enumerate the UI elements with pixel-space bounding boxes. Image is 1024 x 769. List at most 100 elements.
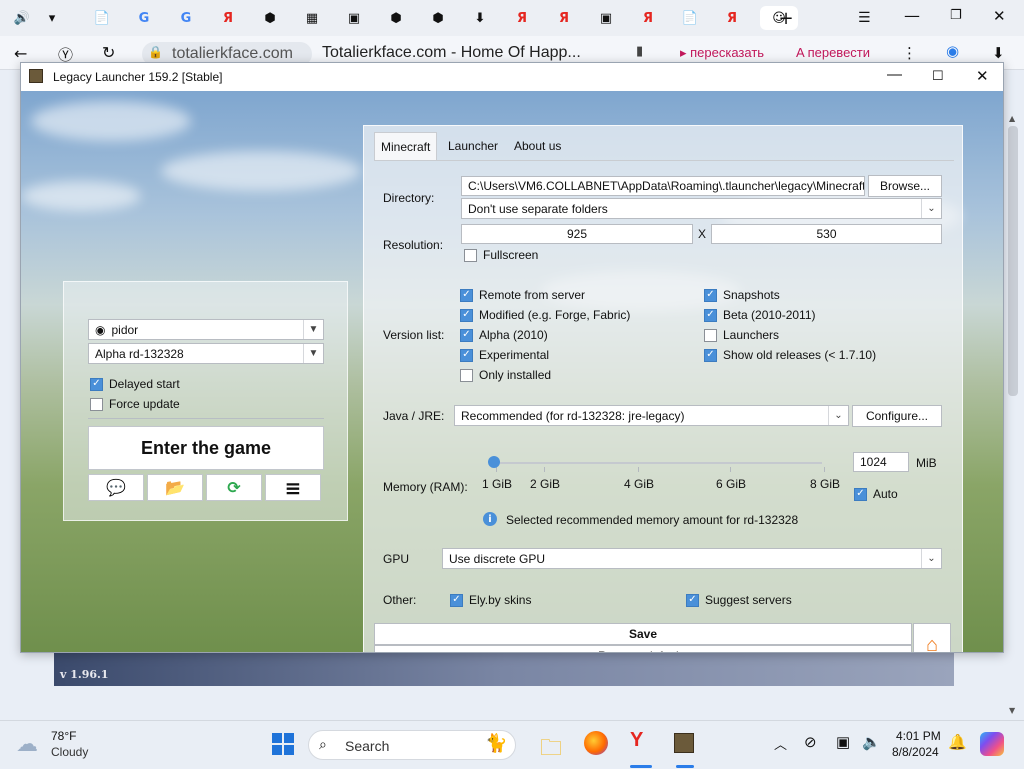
memory-slider-track[interactable] xyxy=(492,462,822,464)
browser-tab[interactable]: 🔊 xyxy=(8,6,36,30)
directory-input[interactable]: C:\Users\VM6.COLLABNET\AppData\Roaming\.… xyxy=(461,176,865,196)
browser-tab[interactable]: ▣ xyxy=(340,6,368,30)
browser-tab[interactable]: Я xyxy=(718,6,746,30)
alpha-checkbox[interactable]: ✓ Alpha (2010) xyxy=(460,328,548,342)
memory-tick-mark xyxy=(824,467,825,472)
browser-tab[interactable]: ▣ xyxy=(592,6,620,30)
new-tab-button[interactable]: + xyxy=(772,6,800,30)
start-icon[interactable] xyxy=(272,733,294,755)
configure-button[interactable]: Configure... xyxy=(852,405,942,427)
launcher-taskbar-icon[interactable] xyxy=(674,733,694,753)
unchecked-box xyxy=(464,248,477,262)
launchers-checkbox[interactable]: Launchers xyxy=(704,328,779,342)
clock-time[interactable]: 4:01 PM xyxy=(896,729,941,743)
background-scene: ◉ pidor ▼ Alpha rd-132328 ▼ ✓ Delayed st… xyxy=(21,91,1003,652)
browser-tab[interactable]: Я xyxy=(634,6,662,30)
window-minimize-icon[interactable]: — xyxy=(887,66,902,83)
gpu-select[interactable]: Use discrete GPU ⌄ xyxy=(442,548,942,569)
auto-memory-checkbox[interactable]: ✓ Auto xyxy=(854,487,898,501)
resolution-width-input[interactable]: 925 xyxy=(461,224,693,244)
bookmark-icon[interactable]: ▮ xyxy=(636,44,643,59)
browser-tab[interactable]: Я xyxy=(550,6,578,30)
reload-icon[interactable]: ↻ xyxy=(102,43,115,62)
home-icon[interactable]: ⌂ xyxy=(913,623,951,652)
page-scrollbar[interactable] xyxy=(1008,126,1018,396)
reset-defaults-button[interactable]: Reset to defaults xyxy=(374,645,912,652)
experimental-checkbox[interactable]: ✓ Experimental xyxy=(460,348,549,362)
search-box[interactable]: ⌕ Search 🐈 xyxy=(308,730,516,760)
tab-launcher[interactable]: Launcher xyxy=(442,132,504,160)
enter-game-button[interactable]: Enter the game xyxy=(88,426,324,470)
window-maximize-icon[interactable]: ☐ xyxy=(932,68,944,84)
browser-tab[interactable]: ⬢ xyxy=(382,6,410,30)
browser-tab[interactable]: ⬢ xyxy=(256,6,284,30)
fullscreen-checkbox[interactable]: Fullscreen xyxy=(464,248,538,262)
save-button[interactable]: Save xyxy=(374,623,912,645)
firefox-icon[interactable] xyxy=(584,731,608,755)
file-explorer-icon[interactable]: 🗀 xyxy=(540,731,562,769)
tab-minecraft[interactable]: Minecraft xyxy=(374,132,438,160)
folders-select[interactable]: Don't use separate folders ⌄ xyxy=(461,198,942,219)
clock-date[interactable]: 8/8/2024 xyxy=(892,745,939,759)
restore-icon[interactable]: ❐ xyxy=(950,8,962,23)
suggest-servers-checkbox[interactable]: ✓ Suggest servers xyxy=(686,593,792,607)
browser-tab[interactable]: ▾ xyxy=(38,6,66,30)
only-installed-checkbox[interactable]: Only installed xyxy=(460,368,551,382)
memory-slider-thumb[interactable] xyxy=(488,456,500,468)
browser-tab[interactable]: Я xyxy=(508,6,536,30)
chevron-down-icon: ⌄ xyxy=(921,199,941,218)
translate-button[interactable]: A перевести xyxy=(796,45,870,60)
retell-button[interactable]: ▸ пересказать xyxy=(680,45,764,61)
profile-icon[interactable]: ◉ xyxy=(946,42,959,60)
account-select[interactable]: ◉ pidor ▼ xyxy=(88,319,324,340)
check-icon: ✓ xyxy=(686,593,699,607)
remote-from-server-checkbox[interactable]: ✓ Remote from server xyxy=(460,288,585,302)
old-releases-checkbox[interactable]: ✓ Show old releases (< 1.7.10) xyxy=(704,348,876,362)
network-icon[interactable]: ⊘ xyxy=(804,733,817,751)
browser-tab[interactable]: ▦ xyxy=(298,6,326,30)
beta-checkbox[interactable]: ✓ Beta (2010-2011) xyxy=(704,308,816,322)
close-icon[interactable]: ✕ xyxy=(993,7,1006,25)
scroll-down-icon[interactable]: ▼ xyxy=(1009,706,1015,715)
force-update-checkbox[interactable]: Force update xyxy=(90,397,180,411)
browser-tab[interactable]: ⬢ xyxy=(424,6,452,30)
ely-skins-checkbox[interactable]: ✓ Ely.by skins xyxy=(450,593,531,607)
tab-list-icon[interactable]: ☰ xyxy=(858,10,871,26)
delayed-start-checkbox[interactable]: ✓ Delayed start xyxy=(90,377,180,391)
browser-tab[interactable]: 📄 xyxy=(676,6,704,30)
scroll-up-icon[interactable]: ▲ xyxy=(1009,114,1015,123)
modified-checkbox[interactable]: ✓ Modified (e.g. Forge, Fabric) xyxy=(460,308,630,322)
browse-button[interactable]: Browse... xyxy=(868,175,942,197)
tab-about[interactable]: About us xyxy=(508,132,567,160)
volume-icon[interactable]: 🔈 xyxy=(862,733,881,751)
url-text: totalierkface.com xyxy=(172,45,293,62)
java-select[interactable]: Recommended (for rd-132328: jre-legacy) … xyxy=(454,405,849,426)
bell-icon[interactable]: 🔔 xyxy=(948,733,967,751)
version-select[interactable]: Alpha rd-132328 ▼ xyxy=(88,343,324,364)
browser-tab[interactable]: G xyxy=(130,6,158,30)
memory-input[interactable]: 1024 xyxy=(853,452,909,472)
resolution-height-input[interactable]: 530 xyxy=(711,224,942,244)
display-icon[interactable]: ▣ xyxy=(836,733,850,751)
chevron-up-icon[interactable]: ︿ xyxy=(774,734,787,753)
snapshots-checkbox[interactable]: ✓ Snapshots xyxy=(704,288,780,302)
account-name: pidor xyxy=(111,322,139,337)
download-icon[interactable]: ⬇ xyxy=(992,44,1005,62)
folder-icon[interactable]: 📂 xyxy=(147,474,203,501)
more-icon[interactable]: ⋮ xyxy=(902,44,917,62)
browser-tab[interactable]: Я xyxy=(214,6,242,30)
refresh-icon[interactable]: ⟳ xyxy=(206,474,262,501)
browser-tab[interactable]: 📄 xyxy=(88,6,116,30)
menu-icon[interactable]: ≡ xyxy=(265,474,321,501)
back-icon[interactable]: ← xyxy=(14,44,27,63)
lock-icon: 🔒 xyxy=(148,45,163,59)
chat-icon[interactable]: 💬 xyxy=(88,474,144,501)
browser-tab[interactable]: G xyxy=(172,6,200,30)
browser-tab[interactable]: ⬇ xyxy=(466,6,494,30)
copilot-icon[interactable] xyxy=(980,732,1004,756)
window-close-icon[interactable]: ✕ xyxy=(976,67,989,85)
memory-unit: MiB xyxy=(916,456,937,470)
cloud-icon: ☁ xyxy=(16,731,38,756)
yandex-browser-icon[interactable]: Y xyxy=(630,729,643,752)
minimize-icon[interactable]: — xyxy=(904,6,920,25)
